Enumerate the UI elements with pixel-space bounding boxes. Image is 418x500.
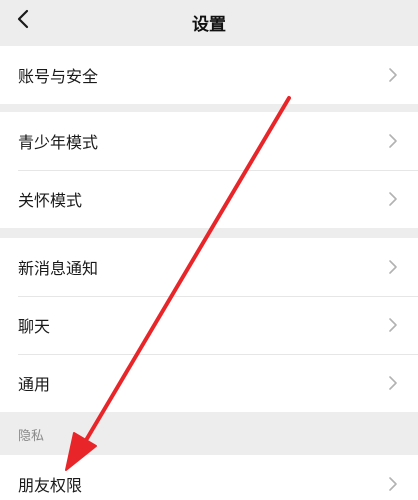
settings-item-label: 青少年模式 (18, 133, 99, 152)
settings-item-general[interactable]: 通用 (0, 354, 418, 412)
settings-item-label: 关怀模式 (18, 191, 83, 210)
settings-item-label: 聊天 (18, 317, 51, 336)
settings-group-modes: 青少年模式 关怀模式 (0, 112, 418, 228)
page-title: 设置 (192, 15, 226, 35)
settings-item-account-security[interactable]: 账号与安全 (0, 46, 418, 104)
settings-item-label: 朋友权限 (18, 476, 83, 495)
settings-group-privacy: 朋友权限 (0, 455, 418, 500)
settings-group-general: 新消息通知 聊天 通用 (0, 238, 418, 412)
settings-item-friend-permissions[interactable]: 朋友权限 (0, 455, 418, 500)
settings-item-care-mode[interactable]: 关怀模式 (0, 170, 418, 228)
chevron-right-icon (389, 192, 397, 206)
chevron-right-icon (389, 477, 397, 491)
chevron-right-icon (389, 68, 397, 82)
chevron-right-icon (389, 376, 397, 390)
chevron-right-icon (389, 318, 397, 332)
settings-item-label: 通用 (18, 375, 51, 394)
settings-item-chat[interactable]: 聊天 (0, 296, 418, 354)
section-label-privacy: 隐私 (18, 429, 45, 444)
navigation-bar: 设置 (0, 0, 418, 42)
chevron-right-icon (389, 134, 397, 148)
settings-item-notifications[interactable]: 新消息通知 (0, 238, 418, 296)
settings-item-label: 新消息通知 (18, 259, 99, 278)
settings-item-label: 账号与安全 (18, 67, 99, 86)
settings-group-account: 账号与安全 (0, 46, 418, 104)
chevron-right-icon (389, 260, 397, 274)
settings-item-teen-mode[interactable]: 青少年模式 (0, 112, 418, 170)
